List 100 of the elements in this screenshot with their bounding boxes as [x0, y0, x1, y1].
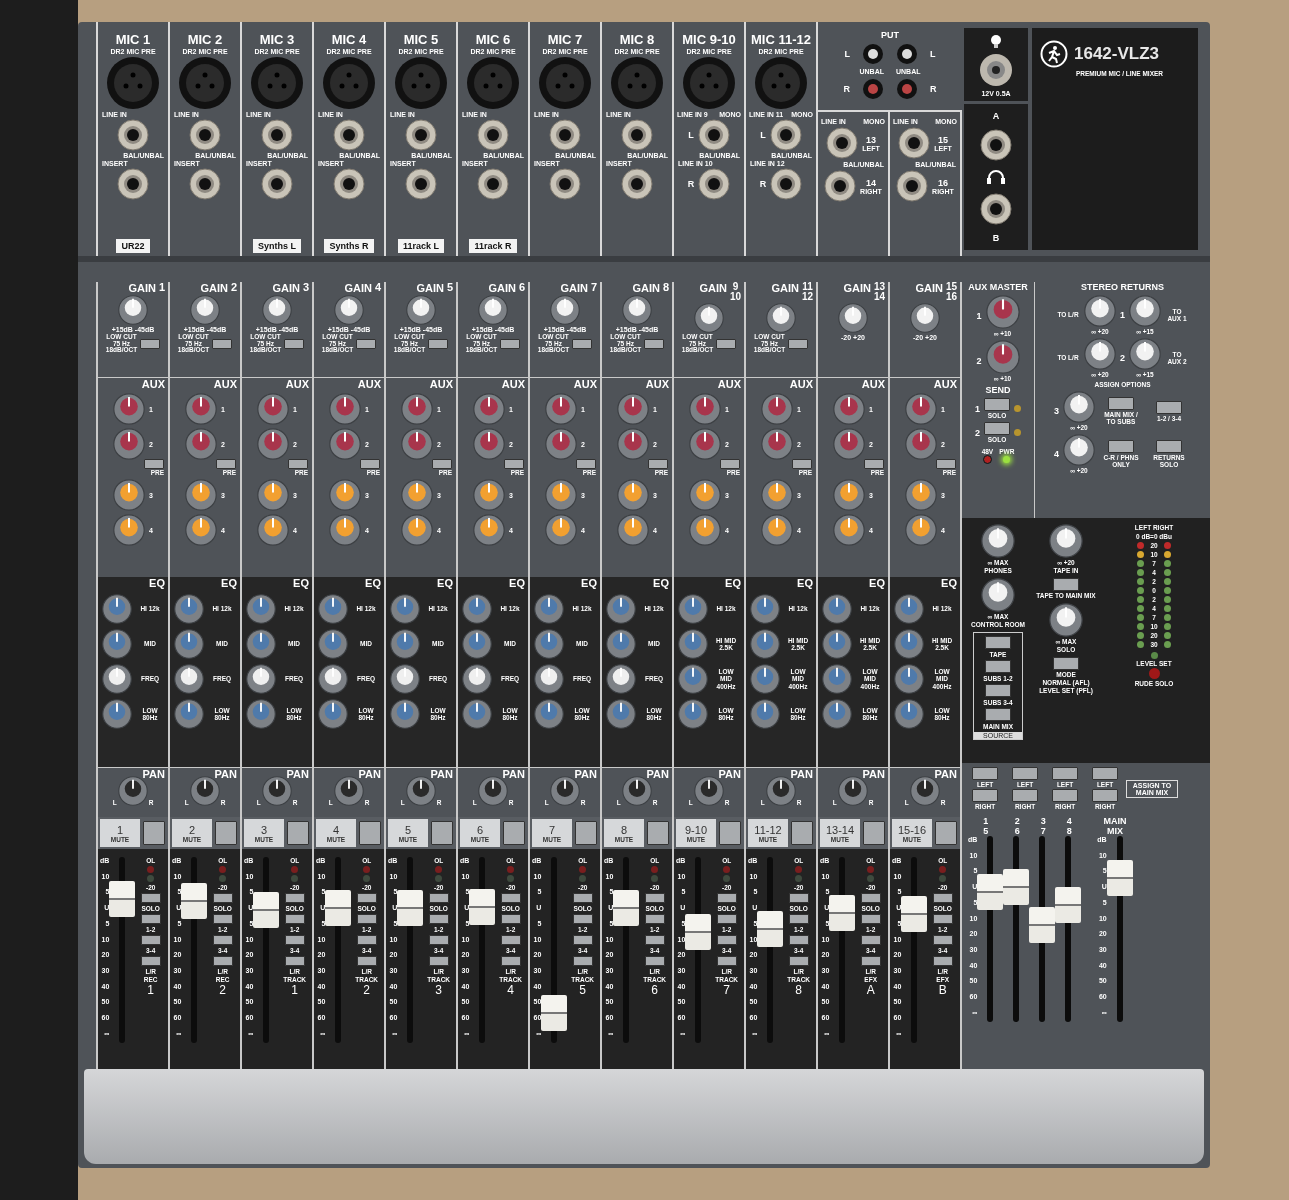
aux-knob[interactable]: [545, 428, 578, 460]
aux-knob[interactable]: [257, 393, 290, 425]
gain-knob[interactable]: [406, 295, 436, 325]
assign-button[interactable]: [860, 893, 881, 903]
eq-knob[interactable]: [822, 699, 852, 729]
return-knob[interactable]: [1063, 434, 1095, 466]
assign-button[interactable]: [356, 956, 377, 966]
low-cut-button[interactable]: [212, 338, 233, 349]
solo-button[interactable]: [984, 398, 1010, 411]
source-button[interactable]: [985, 708, 1011, 721]
eq-knob[interactable]: [462, 594, 492, 624]
pre-button[interactable]: [144, 459, 164, 469]
gain-knob[interactable]: [766, 303, 796, 333]
return-knob[interactable]: [1063, 391, 1095, 423]
assign-button[interactable]: [716, 935, 737, 945]
eq-knob[interactable]: [318, 594, 348, 624]
eq-knob[interactable]: [678, 594, 708, 624]
mute-button[interactable]: [719, 821, 741, 845]
assign-option-button[interactable]: [1156, 400, 1182, 414]
gain-knob[interactable]: [262, 295, 292, 325]
assign-button[interactable]: [644, 956, 665, 966]
eq-knob[interactable]: [462, 664, 492, 694]
low-cut-button[interactable]: [716, 338, 737, 349]
assign-right-button[interactable]: [1052, 789, 1078, 802]
low-cut-button[interactable]: [500, 338, 521, 349]
assign-right-button[interactable]: [1012, 789, 1038, 802]
mute-button[interactable]: [287, 821, 309, 845]
assign-button[interactable]: [284, 914, 305, 924]
mute-button[interactable]: [863, 821, 885, 845]
aux-knob[interactable]: [545, 393, 578, 425]
pre-button[interactable]: [288, 459, 308, 469]
eq-knob[interactable]: [390, 594, 420, 624]
assign-button[interactable]: [284, 956, 305, 966]
assign-button[interactable]: [860, 956, 881, 966]
tape-to-main-button[interactable]: [1053, 578, 1079, 591]
aux-knob[interactable]: [617, 479, 650, 511]
mute-button[interactable]: [215, 821, 237, 845]
gain-knob[interactable]: [190, 295, 220, 325]
assign-button[interactable]: [860, 935, 881, 945]
pre-button[interactable]: [360, 459, 380, 469]
pre-button[interactable]: [792, 459, 812, 469]
pre-button[interactable]: [576, 459, 596, 469]
fader-cap[interactable]: [541, 995, 568, 1031]
assign-button[interactable]: [428, 893, 449, 903]
aux-knob[interactable]: [905, 428, 938, 460]
aux-knob[interactable]: [689, 514, 722, 546]
fader-cap[interactable]: [977, 873, 1004, 910]
eq-knob[interactable]: [318, 629, 348, 659]
assign-button[interactable]: [644, 914, 665, 924]
assign-button[interactable]: [500, 914, 521, 924]
aux-knob[interactable]: [761, 479, 794, 511]
assign-button[interactable]: [932, 956, 953, 966]
pan-knob[interactable]: [693, 776, 724, 806]
low-cut-button[interactable]: [356, 338, 377, 349]
source-button[interactable]: [985, 636, 1011, 649]
aux-knob[interactable]: [329, 428, 362, 460]
assign-button[interactable]: [716, 956, 737, 966]
low-cut-button[interactable]: [572, 338, 593, 349]
aux-knob[interactable]: [617, 393, 650, 425]
assign-button[interactable]: [788, 935, 809, 945]
gain-knob[interactable]: [550, 295, 580, 325]
eq-knob[interactable]: [894, 594, 924, 624]
assign-button[interactable]: [428, 914, 449, 924]
gain-knob[interactable]: [910, 303, 940, 333]
low-cut-button[interactable]: [140, 338, 161, 349]
eq-knob[interactable]: [606, 699, 636, 729]
assign-button[interactable]: [140, 914, 161, 924]
assign-right-button[interactable]: [972, 789, 998, 802]
pan-knob[interactable]: [837, 776, 868, 806]
aux-knob[interactable]: [113, 514, 146, 546]
mute-button[interactable]: [647, 821, 669, 845]
mute-button[interactable]: [575, 821, 597, 845]
aux-knob[interactable]: [473, 514, 506, 546]
low-cut-button[interactable]: [284, 338, 305, 349]
pan-knob[interactable]: [189, 776, 220, 806]
assign-option-button[interactable]: [1108, 397, 1134, 410]
gain-knob[interactable]: [334, 295, 364, 325]
aux-knob[interactable]: [185, 479, 218, 511]
eq-knob[interactable]: [318, 664, 348, 694]
aux-knob[interactable]: [329, 514, 362, 546]
assign-button[interactable]: [644, 893, 665, 903]
aux-knob[interactable]: [257, 479, 290, 511]
low-cut-button[interactable]: [644, 338, 665, 349]
fader-cap[interactable]: [397, 890, 424, 926]
fader-cap[interactable]: [325, 890, 352, 926]
aux-master-knob[interactable]: [985, 340, 1020, 374]
eq-knob[interactable]: [390, 664, 420, 694]
assign-left-button[interactable]: [1052, 767, 1078, 780]
pre-button[interactable]: [720, 459, 740, 469]
aux-knob[interactable]: [113, 479, 146, 511]
assign-button[interactable]: [932, 893, 953, 903]
eq-knob[interactable]: [318, 699, 348, 729]
assign-button[interactable]: [500, 935, 521, 945]
eq-knob[interactable]: [678, 629, 708, 659]
eq-knob[interactable]: [822, 594, 852, 624]
eq-knob[interactable]: [246, 699, 276, 729]
eq-knob[interactable]: [606, 664, 636, 694]
assign-button[interactable]: [860, 914, 881, 924]
assign-button[interactable]: [572, 935, 593, 945]
assign-button[interactable]: [716, 914, 737, 924]
